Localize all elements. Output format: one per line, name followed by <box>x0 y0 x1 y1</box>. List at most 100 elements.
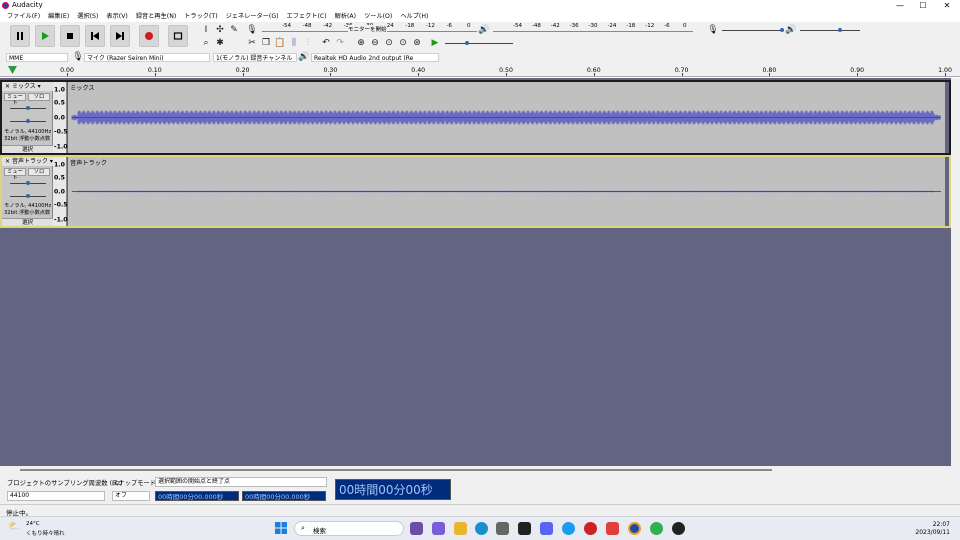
app3-icon[interactable] <box>606 522 619 535</box>
playback-meter-speaker-icon[interactable]: 🔊 <box>478 24 490 35</box>
menu-view[interactable]: 表示(V) <box>102 11 131 22</box>
gain-slider[interactable] <box>10 106 46 110</box>
clock-time[interactable]: 22:07 <box>910 521 950 528</box>
menu-select[interactable]: 選択(S) <box>73 11 102 22</box>
weather-icon[interactable]: ⛅ <box>8 521 20 532</box>
selection-tool-icon[interactable]: I <box>200 24 212 35</box>
menu-tools[interactable]: ツール(O) <box>360 11 396 22</box>
taskbar-search[interactable]: ⌕ 検索 <box>294 521 404 536</box>
fit-selection-icon[interactable]: ⊙ <box>383 37 395 48</box>
track-control-panel[interactable]: ✕ ミックス ▾ ミュート ソロ モノラル, 44100Hz 32bit 浮動小数… <box>2 82 53 153</box>
audacity-taskbar-icon[interactable] <box>628 522 641 535</box>
store-icon[interactable] <box>496 522 509 535</box>
selection-start-time[interactable]: 00時間00分00.000秒 <box>155 491 239 501</box>
menu-effect[interactable]: エフェクト(C) <box>283 11 331 22</box>
play-speed-slider[interactable] <box>445 41 513 45</box>
menu-help[interactable]: ヘルプ(H) <box>396 11 432 22</box>
gain-slider[interactable] <box>10 181 46 185</box>
skip-end-button[interactable] <box>110 25 130 47</box>
waveform[interactable] <box>68 82 945 153</box>
tiktok-icon[interactable] <box>518 522 531 535</box>
selection-end-time[interactable]: 00時間00分00.000秒 <box>242 491 326 501</box>
zoom-out-icon[interactable]: ⊖ <box>369 37 381 48</box>
snap-select[interactable]: オフ <box>112 491 150 501</box>
menu-edit[interactable]: 編集(E) <box>44 11 73 22</box>
twitter-icon[interactable] <box>562 522 575 535</box>
vertical-scrollbar[interactable] <box>951 78 960 466</box>
track-name-menu[interactable]: ✕ ミックス ▾ <box>2 82 53 91</box>
multi-tool-icon[interactable]: ✱ <box>214 37 226 48</box>
waveform-area[interactable]: ミックス <box>68 82 945 153</box>
output-device-select[interactable]: Realtek HD Audio 2nd output (Re <box>311 53 439 62</box>
clip-name[interactable]: 音声トラック <box>70 158 108 167</box>
track-panel[interactable]: ✕ ミックス ▾ ミュート ソロ モノラル, 44100Hz 32bit 浮動小数… <box>0 78 951 466</box>
file-explorer-icon[interactable] <box>454 522 467 535</box>
stop-button[interactable] <box>60 25 80 47</box>
pan-slider[interactable] <box>10 194 46 198</box>
playback-meter[interactable]: -54 -48 -42 -36 -30 -24 -18 -12 -6 0 <box>493 23 693 32</box>
mute-button[interactable]: ミュート <box>4 93 26 106</box>
record-meter-mic-icon[interactable]: 🎙 <box>246 24 258 35</box>
menu-file[interactable]: ファイル(F) <box>3 11 44 22</box>
maximize-button[interactable]: ☐ <box>913 0 933 11</box>
loop-button[interactable] <box>168 25 188 47</box>
clock-date[interactable]: 2023/09/11 <box>900 529 950 536</box>
obs-icon[interactable] <box>672 522 685 535</box>
select-button[interactable]: 選択 <box>2 145 53 153</box>
audio-position-display[interactable]: 00時間00分00秒 <box>335 479 451 500</box>
recording-volume-slider[interactable] <box>722 28 784 32</box>
discord-icon[interactable] <box>540 522 553 535</box>
select-button[interactable]: 選択 <box>2 218 53 226</box>
solo-button[interactable]: ソロ <box>28 168 50 176</box>
fit-project-icon[interactable]: ⊙ <box>397 37 409 48</box>
taskview-icon[interactable] <box>410 522 423 535</box>
skip-start-button[interactable] <box>85 25 105 47</box>
app-icon[interactable] <box>432 522 445 535</box>
vertical-scale[interactable]: 1.0 0.5 0.0 -0.5 -1.0 <box>53 157 68 226</box>
minimize-button[interactable]: — <box>890 0 910 11</box>
chrome-icon[interactable] <box>650 522 663 535</box>
play-button[interactable] <box>35 25 55 47</box>
project-rate-select[interactable]: 44100 <box>7 491 105 501</box>
record-button[interactable] <box>139 25 159 47</box>
clip-name[interactable]: ミックス <box>70 83 95 92</box>
redo-icon[interactable]: ↷ <box>334 37 346 48</box>
scroll-thumb[interactable] <box>20 469 772 471</box>
menu-transport[interactable]: 録音と再生(N) <box>132 11 180 22</box>
silence-icon[interactable]: ⫶ <box>302 37 314 48</box>
audio-host-select[interactable]: MME <box>6 53 68 62</box>
waveform[interactable] <box>68 157 945 226</box>
trim-icon[interactable]: ⫼ <box>288 37 300 48</box>
timeline-ruler[interactable]: 0.00 0.10 0.20 0.30 0.40 0.50 0.60 0.70 0.80 0.90… <box>0 63 960 77</box>
undo-icon[interactable]: ↶ <box>320 37 332 48</box>
zoom-in-icon[interactable]: ⊕ <box>355 37 367 48</box>
pan-slider[interactable] <box>10 119 46 123</box>
vertical-scale[interactable]: 1.0 0.5 0.0 -0.5 -1.0 <box>53 82 68 153</box>
copy-icon[interactable]: ❐ <box>260 37 272 48</box>
channels-select[interactable]: 1(モノラル) 録音チャンネル <box>213 53 297 62</box>
waveform-area[interactable]: 音声トラック <box>68 157 945 226</box>
cut-icon[interactable]: ✂ <box>246 37 258 48</box>
track-mix[interactable]: ✕ ミックス ▾ ミュート ソロ モノラル, 44100Hz 32bit 浮動小数… <box>0 80 951 155</box>
track-name-menu[interactable]: ✕ 音声トラック ▾ <box>2 157 53 166</box>
envelope-tool-icon[interactable]: ✣ <box>214 24 226 35</box>
edge-icon[interactable] <box>475 522 488 535</box>
playback-volume-slider[interactable] <box>800 28 860 32</box>
close-button[interactable]: ✕ <box>937 0 957 11</box>
paste-icon[interactable]: 📋 <box>274 37 286 48</box>
draw-tool-icon[interactable]: ✎ <box>228 24 240 35</box>
start-icon[interactable] <box>275 522 287 534</box>
play-at-speed-icon[interactable]: ▶ <box>429 37 441 48</box>
menu-analyze[interactable]: 解析(A) <box>331 11 360 22</box>
monitor-label[interactable]: モニターを開始 <box>348 25 387 33</box>
zoom-toggle-icon[interactable]: ⊛ <box>411 37 423 48</box>
input-device-select[interactable]: マイク (Razer Seiren Mini) <box>84 53 210 62</box>
horizontal-scrollbar[interactable] <box>0 466 960 474</box>
zoom-tool-icon[interactable]: ⌕ <box>200 37 212 48</box>
track-voice[interactable]: ✕ 音声トラック ▾ ミュート ソロ モノラル, 44100Hz 32bit 浮動… <box>0 155 951 228</box>
app2-icon[interactable] <box>584 522 597 535</box>
range-mode-select[interactable]: 選択範囲の開始点と終了点 <box>155 477 327 487</box>
track-control-panel[interactable]: ✕ 音声トラック ▾ ミュート ソロ モノラル, 44100Hz 32bit 浮動… <box>2 157 53 226</box>
pause-button[interactable] <box>10 25 30 47</box>
solo-button[interactable]: ソロ <box>28 93 50 101</box>
